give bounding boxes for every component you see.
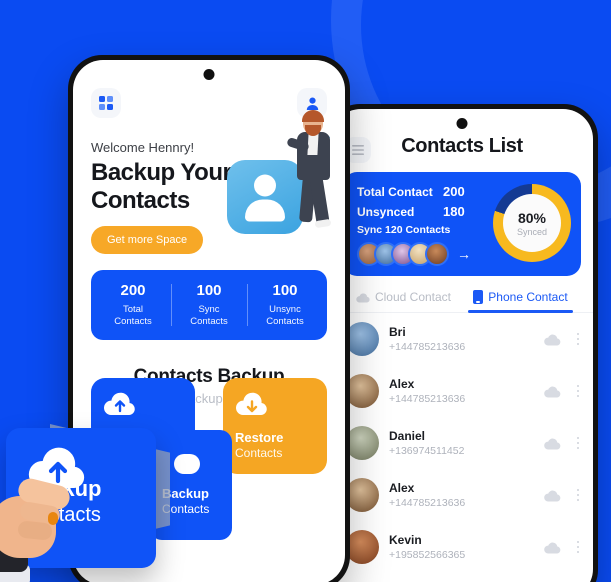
- sync-donut-chart: 80% Synced: [493, 184, 571, 262]
- contact-name: Kevin: [389, 533, 422, 547]
- contact-name: Alex: [389, 481, 415, 495]
- contact-number: +195852566365: [389, 549, 466, 561]
- contact-info: Kevin +195852566365: [389, 533, 534, 561]
- summary-key: Unsynced: [357, 205, 415, 219]
- avatar: [425, 242, 449, 266]
- cloud-icon[interactable]: [543, 437, 561, 450]
- pointing-hand-icon: [0, 476, 76, 582]
- contact-info: Daniel +136974511452: [389, 429, 534, 457]
- avatar: [345, 374, 379, 408]
- get-more-space-button[interactable]: Get more Space: [91, 226, 204, 255]
- contact-name: Daniel: [389, 429, 426, 443]
- stat-number: 200: [120, 282, 146, 300]
- grid-icon[interactable]: [91, 88, 121, 118]
- avatar: [345, 530, 379, 564]
- summary-value: 200: [443, 184, 465, 199]
- card-text: Restore Contacts: [235, 430, 315, 460]
- more-vertical-icon[interactable]: [571, 384, 579, 398]
- phone-contacts-list: Contacts List Total Contact 200 Unsynced…: [326, 104, 598, 582]
- businessman-illustration: [286, 110, 341, 230]
- cloud-icon[interactable]: [543, 385, 561, 398]
- contact-name: Alex: [389, 377, 415, 391]
- stat-number: 100: [196, 282, 222, 300]
- contact-number: +144785213636: [389, 497, 466, 509]
- phone2-screen: Contacts List Total Contact 200 Unsynced…: [331, 109, 593, 582]
- cloud-icon[interactable]: [543, 489, 561, 502]
- contact-number: +144785213636: [389, 341, 466, 353]
- tab-phone-contact[interactable]: Phone Contact: [462, 290, 579, 313]
- contact-info: Alex +144785213636: [389, 377, 534, 405]
- contact-row[interactable]: Daniel +136974511452: [345, 417, 579, 469]
- person-silhouette-icon: [243, 174, 287, 222]
- phone-icon: [473, 290, 484, 304]
- stat-number: 100: [272, 282, 298, 300]
- contact-number: +144785213636: [389, 393, 466, 405]
- card-subtitle: Contacts: [235, 446, 283, 460]
- more-vertical-icon[interactable]: [571, 436, 579, 450]
- cloud-icon[interactable]: [543, 333, 561, 346]
- avatar: [345, 322, 379, 356]
- stat-label: Total Contacts: [114, 304, 152, 328]
- summary-key: Total Contact: [357, 185, 433, 199]
- zoom-callout: Backup Contacts: [0, 414, 210, 582]
- stat-label: Sync Contacts: [190, 304, 228, 328]
- stat-unsync: 100 Unsync Contacts: [247, 282, 323, 328]
- restore-contacts-card[interactable]: Restore Contacts: [223, 378, 327, 474]
- arrow-right-icon[interactable]: →: [457, 246, 471, 262]
- contact-card-shape: [227, 160, 303, 234]
- tab-cloud-contact[interactable]: Cloud Contact: [345, 290, 462, 312]
- camera-notch: [456, 118, 468, 129]
- cloud-download-icon: [235, 392, 315, 421]
- contact-row[interactable]: Alex +144785213636: [345, 365, 579, 417]
- card-title: Restore: [235, 430, 284, 445]
- avatar: [345, 426, 379, 460]
- stat-label: Unsync Contacts: [266, 304, 304, 328]
- stats-strip: 200 Total Contacts 100 Sync Contacts 100 U…: [91, 270, 327, 340]
- contact-list: Bri +144785213636 Alex +144785213636 Dan…: [331, 313, 593, 573]
- contact-row[interactable]: Kevin +195852566365: [345, 521, 579, 573]
- more-vertical-icon[interactable]: [571, 488, 579, 502]
- donut-center: 80% Synced: [503, 194, 561, 252]
- contact-source-tabs: Cloud Contact Phone Contact: [331, 290, 593, 313]
- contact-row[interactable]: Alex +144785213636: [345, 469, 579, 521]
- promo-composition: Contacts List Total Contact 200 Unsynced…: [0, 0, 611, 582]
- backup-illustration: [223, 110, 341, 244]
- sync-summary-card: Total Contact 200 Unsynced 180 Sync 120 …: [343, 172, 581, 276]
- stat-sync: 100 Sync Contacts: [171, 282, 247, 328]
- contact-number: +136974511452: [389, 445, 465, 457]
- contact-info: Bri +144785213636: [389, 325, 534, 353]
- avatar: [345, 478, 379, 512]
- tab-label: Cloud Contact: [374, 290, 452, 304]
- donut-percent: 80%: [517, 209, 547, 226]
- camera-notch: [203, 69, 215, 80]
- contact-row[interactable]: Bri +144785213636: [345, 313, 579, 365]
- cloud-icon: [356, 292, 370, 303]
- contact-name: Bri: [389, 325, 406, 339]
- cloud-icon[interactable]: [543, 541, 561, 554]
- contact-info: Alex +144785213636: [389, 481, 534, 509]
- stat-total: 200 Total Contacts: [95, 282, 171, 328]
- donut-label: Synced: [516, 226, 548, 237]
- summary-value: 180: [443, 204, 465, 219]
- more-vertical-icon[interactable]: [571, 332, 579, 346]
- more-vertical-icon[interactable]: [571, 540, 579, 554]
- tab-label: Phone Contact: [488, 290, 568, 304]
